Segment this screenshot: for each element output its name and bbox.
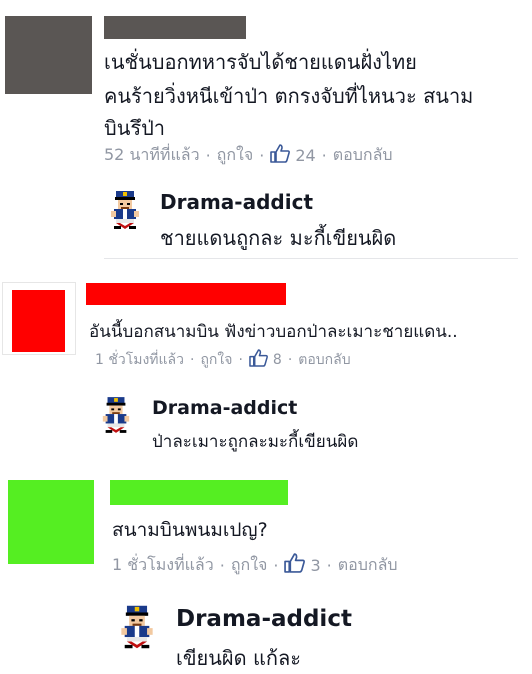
reply-author-2[interactable]: Drama-addict <box>152 397 297 419</box>
drama-addict-mascot-icon[interactable] <box>118 604 156 654</box>
timestamp[interactable]: 52 นาทีที่แล้ว <box>104 143 200 168</box>
like-count: 24 <box>295 145 316 165</box>
drama-addict-mascot-icon[interactable] <box>100 396 132 438</box>
like-link[interactable]: ถูกใจ <box>231 553 268 578</box>
comment-meta-3: 1 ชั่วโมงที่แล้ว · ถูกใจ · 3 · ตอบกลับ <box>112 553 398 578</box>
like-count: 3 <box>310 555 321 575</box>
separator-dot: · <box>287 352 293 368</box>
reply-link[interactable]: ตอบกลับ <box>338 553 398 578</box>
like-link[interactable]: ถูกใจ <box>217 143 254 168</box>
reply-author-3[interactable]: Drama-addict <box>176 606 352 632</box>
separator-dot: · <box>190 352 195 368</box>
comment-text-line: สนามบินพนมเปญ? <box>112 519 268 541</box>
comment-text-line: บินรึป่า <box>104 116 166 140</box>
comment-text-line: คนร้ายวิ่งหนีเข้าป่า ตกรงจับที่ไหนวะ สนา… <box>104 84 474 108</box>
reply-text-3: เขียนผิด แก้ละ <box>176 646 301 670</box>
thumbs-up-icon[interactable] <box>249 349 268 371</box>
comment-meta-2: 1 ชั่วโมงที่แล้ว · ถูกใจ · 8 · ตอบกลับ <box>95 349 351 371</box>
like-link[interactable]: ถูกใจ <box>200 349 232 371</box>
drama-addict-mascot-icon[interactable] <box>108 190 142 234</box>
separator-dot: · <box>259 145 265 165</box>
reply-link[interactable]: ตอบกลับ <box>333 143 393 168</box>
commenter-name-1[interactable] <box>104 16 246 39</box>
reply-link[interactable]: ตอบกลับ <box>298 349 350 371</box>
separator-dot: · <box>205 145 211 165</box>
timestamp[interactable]: 1 ชั่วโมงที่แล้ว <box>95 349 184 371</box>
commenter-name-2[interactable] <box>86 283 286 305</box>
commenter-name-3[interactable] <box>110 480 288 505</box>
comment-text-line: เนชั่นบอกทหารจับได้ชายแดนฝั่งไทย <box>104 50 417 74</box>
like-count: 8 <box>272 352 282 368</box>
commenter-avatar-3[interactable] <box>8 480 94 564</box>
thumbs-up-icon[interactable] <box>284 553 306 577</box>
separator-dot: · <box>273 555 279 575</box>
timestamp[interactable]: 1 ชั่วโมงที่แล้ว <box>112 553 214 578</box>
separator-dot: · <box>238 352 243 368</box>
comment-text-line: อันนี้บอกสนามบิน ฟังข่าวบอกป่าละเมาะชายแ… <box>89 322 458 342</box>
separator-dot: · <box>321 145 327 165</box>
separator-dot: · <box>219 555 225 575</box>
reply-text-2: ป่าละเมาะถูกละมะกี้เขียนผิด <box>152 432 359 452</box>
avatar-fill <box>12 290 65 352</box>
divider <box>104 258 518 259</box>
comment-meta-1: 52 นาทีที่แล้ว · ถูกใจ · 24 · ตอบกลับ <box>104 143 393 168</box>
separator-dot: · <box>326 555 332 575</box>
thumbs-up-icon[interactable] <box>270 143 291 167</box>
commenter-avatar-1[interactable] <box>5 16 92 94</box>
commenter-avatar-2[interactable] <box>2 282 76 355</box>
reply-text-1: ชายแดนถูกละ มะกี้เขียนผิด <box>160 226 397 250</box>
reply-author-1[interactable]: Drama-addict <box>160 190 313 214</box>
